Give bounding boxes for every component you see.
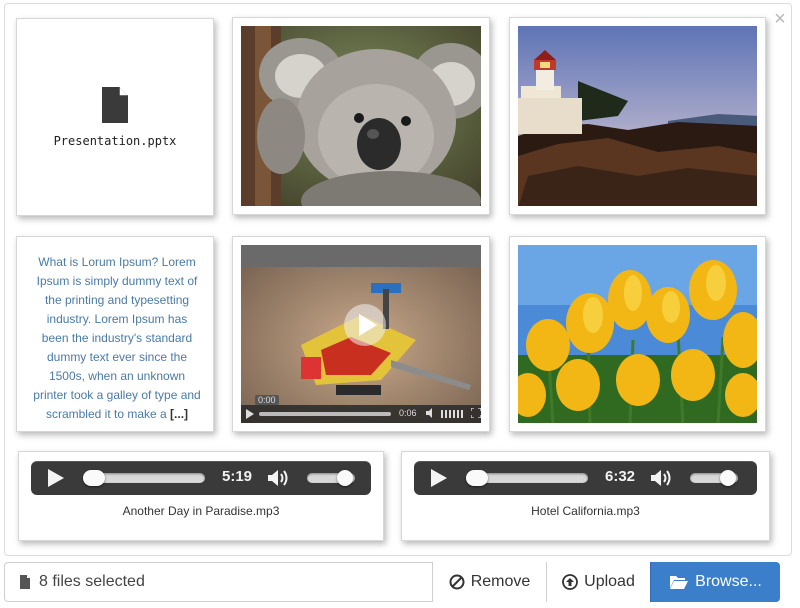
video-play-icon[interactable] xyxy=(343,303,387,347)
volume-knob[interactable] xyxy=(720,470,736,486)
audio-seek-bar[interactable] xyxy=(466,470,588,486)
audio-player: 5:19 xyxy=(31,461,371,495)
file-caption[interactable]: 8 files selected xyxy=(19,563,145,601)
video-current-time: 0:00 xyxy=(255,395,279,405)
file-input-bar: 8 files selected Remove Upload Browse... xyxy=(4,562,780,602)
upload-icon xyxy=(562,574,579,590)
audio-seek-bar[interactable] xyxy=(83,470,205,486)
audio-player: 6:32 xyxy=(414,461,757,495)
file-name-label: Presentation.pptx xyxy=(53,134,177,148)
ban-icon xyxy=(449,574,465,590)
volume-knob[interactable] xyxy=(337,470,353,486)
video-seek-bar[interactable] xyxy=(259,412,391,416)
document-icon xyxy=(102,87,128,123)
seek-knob[interactable] xyxy=(83,470,105,486)
play-icon[interactable] xyxy=(428,468,448,488)
fullscreen-icon[interactable] xyxy=(470,407,481,420)
files-selected-text: 8 files selected xyxy=(39,573,145,590)
seek-knob[interactable] xyxy=(466,470,488,486)
play-icon[interactable] xyxy=(45,468,65,488)
more-ellipsis: [...] xyxy=(170,407,189,421)
lighthouse-image xyxy=(518,26,757,206)
audio-file-name: Another Day in Paradise.mp3 xyxy=(122,504,280,518)
folder-open-icon xyxy=(669,574,689,590)
file-thumbnail-lighthouse-image[interactable] xyxy=(509,17,766,215)
browse-label: Browse... xyxy=(695,573,762,590)
file-icon xyxy=(20,575,30,589)
video-play-button[interactable] xyxy=(245,408,255,422)
video-controls: 0:00 0:06 xyxy=(241,395,481,423)
volume-icon[interactable] xyxy=(267,468,291,488)
audio-file-name: Hotel California.mp3 xyxy=(531,504,640,518)
file-thumbnail-koala-image[interactable] xyxy=(232,17,490,215)
video-player[interactable]: 0:00 0:06 xyxy=(241,245,481,423)
audio-time: 5:19 xyxy=(221,468,253,485)
video-volume-bars[interactable] xyxy=(441,410,465,418)
file-thumbnail-video[interactable]: 0:00 0:06 xyxy=(232,236,490,432)
file-thumbnail-audio-2[interactable]: 6:32 Hotel California.mp3 xyxy=(401,451,770,541)
tulips-image xyxy=(518,245,757,423)
upload-button[interactable]: Upload xyxy=(546,562,650,602)
remove-label: Remove xyxy=(470,573,531,590)
volume-icon[interactable] xyxy=(650,468,674,488)
audio-time: 6:32 xyxy=(604,468,636,485)
file-thumbnail-presentation[interactable]: Presentation.pptx xyxy=(16,18,214,216)
koala-image xyxy=(241,26,481,206)
upload-label: Upload xyxy=(584,573,635,590)
volume-slider[interactable] xyxy=(690,470,738,486)
browse-button[interactable]: Browse... xyxy=(650,562,780,602)
volume-slider[interactable] xyxy=(307,470,355,486)
file-thumbnail-text[interactable]: What is Lorum Ipsum? Lorem Ipsum is simp… xyxy=(16,236,214,432)
video-duration: 0:06 xyxy=(399,408,417,418)
video-volume-icon[interactable] xyxy=(425,407,437,421)
text-preview: What is Lorum Ipsum? Lorem Ipsum is simp… xyxy=(33,255,201,421)
remove-button[interactable]: Remove xyxy=(432,562,546,602)
file-thumbnail-tulips-image[interactable] xyxy=(509,236,766,432)
close-icon[interactable]: × xyxy=(772,9,788,29)
file-thumbnail-audio-1[interactable]: 5:19 Another Day in Paradise.mp3 xyxy=(18,451,384,541)
